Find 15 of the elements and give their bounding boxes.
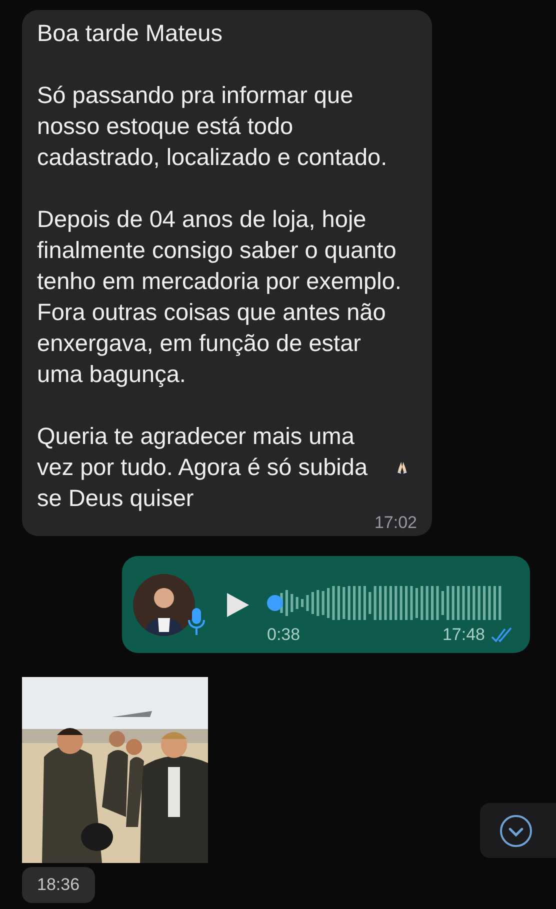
message-time: 18:36 <box>22 867 95 903</box>
audio-duration: 0:38 <box>267 624 300 644</box>
message-time: 17:02 <box>374 513 417 533</box>
chevron-down-icon <box>499 814 533 848</box>
message-text: Queria te agradecer mais uma vez por tudo. Agora é só subida se Deus quiser <box>37 422 369 513</box>
playback-handle[interactable] <box>267 594 283 610</box>
message-text: Só passando pra informar que nosso estoque está todo cadastrado, localizado e contado. <box>37 81 388 172</box>
play-icon <box>227 592 249 616</box>
play-button[interactable] <box>227 592 249 616</box>
avatar <box>133 574 195 636</box>
microphone-icon <box>188 608 205 634</box>
message-time: 17:48 <box>442 624 485 644</box>
message-text: Boa tarde Mateus <box>37 19 224 48</box>
message-text: Depois de 04 anos de loja, hoje finalmente consigo saber o quanto tenho em mercadoria por exemplo. Fora outras coisas que antes não enxergava, em função de estar uma bagunça. <box>37 205 402 389</box>
scroll-down-button[interactable] <box>480 803 556 858</box>
